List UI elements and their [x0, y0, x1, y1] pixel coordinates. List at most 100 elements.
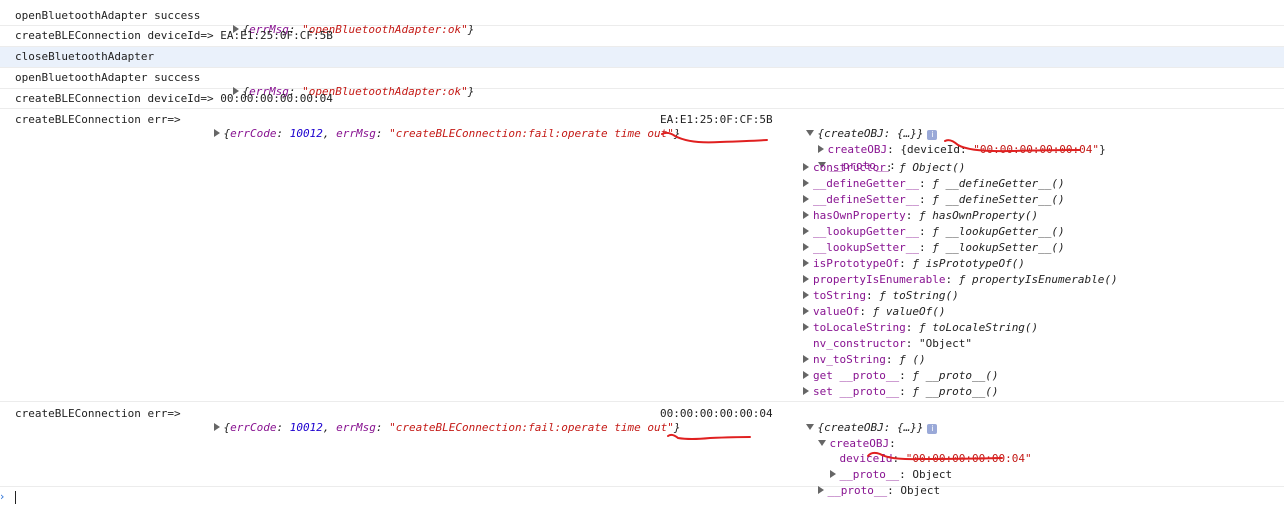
console-message-row: openBluetoothAdapter success {errMsg: "o…	[0, 68, 1284, 98]
property-value: __lookupSetter__()	[945, 241, 1065, 254]
expand-arrow-icon[interactable]	[803, 195, 809, 203]
console-error-row: createBLEConnection err=> {errCode: 1001…	[0, 402, 1284, 497]
proto-member[interactable]: nv_toString: ƒ ()	[803, 353, 926, 367]
object-value: 10012	[289, 421, 323, 434]
console-message-row: createBLEConnection deviceId=> 00:00:00:…	[0, 89, 1284, 109]
property-value: isPrototypeOf()	[925, 257, 1025, 270]
function-glyph-icon: ƒ	[899, 353, 906, 366]
function-glyph-icon: ƒ	[879, 289, 886, 302]
function-glyph-icon: ƒ	[912, 257, 919, 270]
function-glyph-icon: ƒ	[958, 273, 966, 286]
proto-member[interactable]: hasOwnProperty: ƒ hasOwnProperty()	[803, 209, 1038, 223]
function-glyph-icon: ƒ	[932, 225, 939, 238]
prompt-chevron-icon: ›	[0, 490, 5, 503]
property-value: __defineGetter__()	[945, 177, 1065, 190]
expand-arrow-icon[interactable]	[803, 211, 809, 219]
object-key: errCode	[230, 127, 277, 140]
proto-member[interactable]: constructor: ƒ Object()	[803, 161, 965, 175]
property-key: nv_toString	[813, 353, 886, 366]
expand-arrow-icon[interactable]	[803, 355, 809, 363]
property-key: __defineSetter__	[813, 193, 919, 206]
proto-member[interactable]: toLocaleString: ƒ toLocaleString()	[803, 321, 1038, 335]
proto-member[interactable]: toString: ƒ toString()	[803, 289, 959, 303]
proto-member[interactable]: propertyIsEnumerable: ƒ propertyIsEnumer…	[803, 273, 1118, 287]
proto-member[interactable]: set __proto__: ƒ __proto__()	[803, 385, 998, 399]
proto-member[interactable]: valueOf: ƒ valueOf()	[803, 305, 945, 319]
log-text: closeBluetoothAdapter	[15, 50, 155, 63]
proto-member[interactable]: nv_constructor: "Object"	[813, 337, 972, 351]
proto-member[interactable]: __lookupSetter__: ƒ __lookupSetter__()	[803, 241, 1065, 255]
property-value: __lookupGetter__()	[945, 225, 1065, 238]
property-key: propertyIsEnumerable	[813, 273, 946, 286]
console-message-row: closeBluetoothAdapter	[0, 47, 1284, 68]
property-value: propertyIsEnumerable()	[971, 273, 1118, 286]
log-text: createBLEConnection deviceId=> 00:00:00:…	[15, 92, 333, 105]
property-value: toString()	[892, 289, 959, 302]
function-glyph-icon: ƒ	[932, 177, 939, 190]
expand-arrow-icon[interactable]	[803, 163, 809, 171]
console-message-row: openBluetoothAdapter success {errMsg: "o…	[0, 5, 1284, 36]
expand-arrow-icon[interactable]	[803, 323, 809, 331]
expand-arrow-icon[interactable]	[213, 423, 220, 431]
expand-arrow-icon[interactable]	[803, 243, 809, 251]
property-value: __proto__()	[925, 369, 999, 382]
expand-arrow-icon[interactable]	[803, 307, 809, 315]
property-key: __lookupGetter__	[813, 225, 919, 238]
expand-arrow-icon[interactable]	[803, 275, 809, 283]
log-text: openBluetoothAdapter success	[15, 71, 201, 84]
object-key: errMsg	[336, 421, 376, 434]
proto-member[interactable]: isPrototypeOf: ƒ isPrototypeOf()	[803, 257, 1025, 271]
function-glyph-icon: ƒ	[912, 369, 919, 382]
log-text: createBLEConnection deviceId=> EA:E1:25:…	[15, 29, 333, 42]
function-glyph-icon: ƒ	[932, 193, 939, 206]
property-value-suffix: }	[1099, 143, 1106, 156]
log-text: createBLEConnection err=>	[15, 407, 181, 420]
console-message-row: createBLEConnection deviceId=> EA:E1:25:…	[0, 26, 1284, 47]
property-key: valueOf	[813, 305, 860, 318]
property-key: toLocaleString	[813, 321, 906, 334]
property-value: toLocaleString()	[932, 321, 1039, 334]
object-value: "createBLEConnection:fail:operate time o…	[389, 127, 674, 140]
expand-arrow-icon[interactable]	[213, 129, 220, 137]
proto-member[interactable]: get __proto__: ƒ __proto__()	[803, 369, 998, 383]
property-value: __defineSetter__()	[945, 193, 1065, 206]
property-value: "Object"	[918, 337, 972, 350]
expand-arrow-icon[interactable]	[803, 259, 809, 267]
object-key: errCode	[230, 421, 277, 434]
proto-member[interactable]: __defineSetter__: ƒ __defineSetter__()	[803, 193, 1065, 207]
object-value: "createBLEConnection:fail:operate time o…	[389, 421, 674, 434]
expand-arrow-icon[interactable]	[803, 371, 809, 379]
error-object-preview[interactable]: {errCode: 10012, errMsg: "createBLEConne…	[187, 407, 681, 449]
expand-arrow-icon[interactable]	[803, 291, 809, 299]
expand-arrow-icon[interactable]	[803, 179, 809, 187]
text-caret	[15, 491, 16, 504]
property-key: toString	[813, 289, 866, 302]
device-id-text: 00:00:00:00:00:04	[660, 407, 773, 420]
property-value: hasOwnProperty()	[932, 209, 1039, 222]
expand-arrow-icon[interactable]	[803, 227, 809, 235]
error-object-preview[interactable]: {errCode: 10012, errMsg: "createBLEConne…	[187, 113, 681, 155]
property-key: __defineGetter__	[813, 177, 919, 190]
log-text: openBluetoothAdapter success	[15, 9, 201, 22]
property-value: ()	[912, 353, 926, 366]
property-key: constructor	[813, 161, 886, 174]
property-value: __proto__()	[925, 385, 999, 398]
info-icon: i	[927, 424, 938, 434]
property-value: "00:00:00:00:00:04"	[973, 143, 1100, 156]
property-key: __lookupSetter__	[813, 241, 919, 254]
object-value: 10012	[289, 127, 323, 140]
log-text: createBLEConnection err=>	[15, 113, 181, 126]
function-glyph-icon: ƒ	[912, 385, 919, 398]
property-value-prefix: {deviceId:	[900, 143, 974, 156]
proto-member[interactable]: __defineGetter__: ƒ __defineGetter__()	[803, 177, 1065, 191]
device-id-text: EA:E1:25:0F:CF:5B	[660, 113, 773, 126]
console-prompt[interactable]: ›	[0, 487, 1284, 523]
object-key: errMsg	[336, 127, 376, 140]
property-key: get __proto__	[813, 369, 900, 382]
console-error-row: createBLEConnection err=> {errCode: 1001…	[0, 109, 1284, 402]
expand-arrow-icon[interactable]	[803, 387, 809, 395]
function-glyph-icon: ƒ	[918, 321, 926, 334]
function-glyph-icon: ƒ	[899, 161, 906, 174]
proto-member[interactable]: __lookupGetter__: ƒ __lookupGetter__()	[803, 225, 1065, 239]
function-glyph-icon: ƒ	[918, 209, 926, 222]
